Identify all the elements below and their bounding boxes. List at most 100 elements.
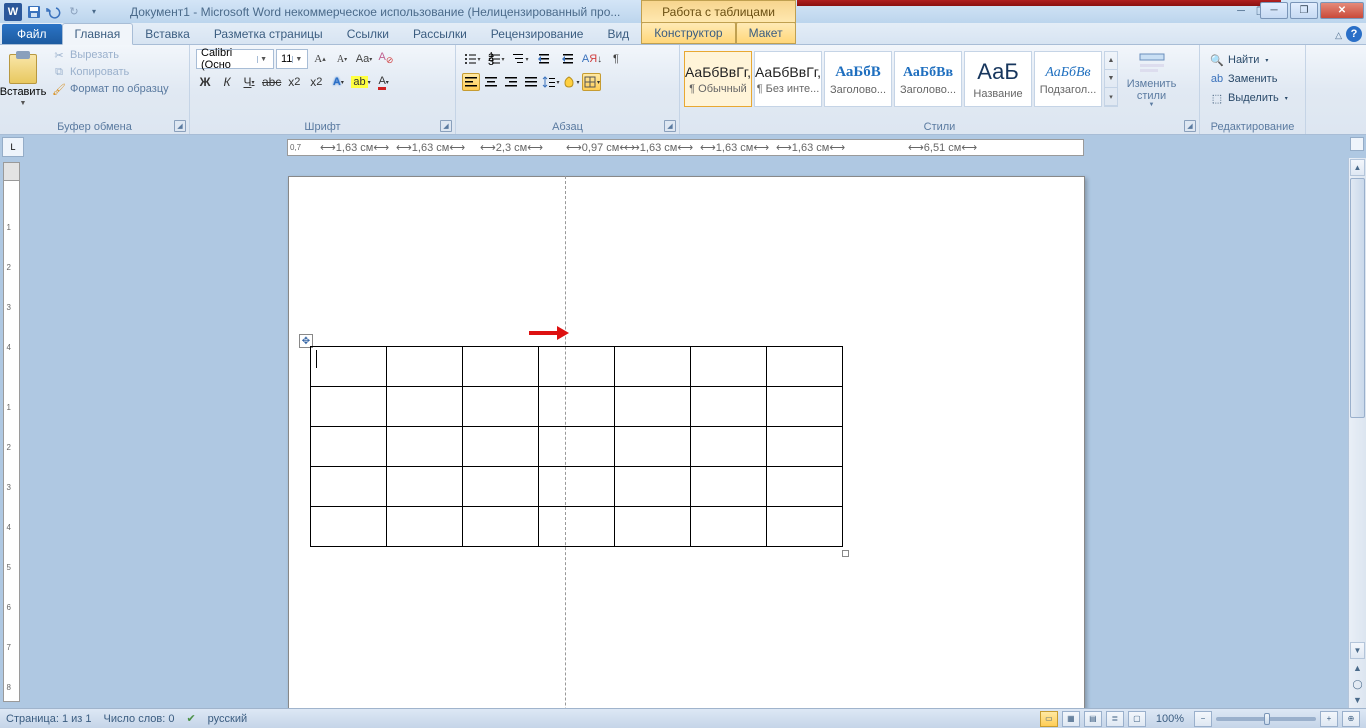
- paragraph-launcher[interactable]: ◢: [664, 120, 676, 132]
- line-spacing-button[interactable]: ▾: [542, 73, 560, 91]
- find-button[interactable]: 🔍Найти▾: [1206, 51, 1299, 69]
- font-size-combo[interactable]: 11▼: [276, 49, 308, 69]
- undo-icon[interactable]: [46, 4, 62, 20]
- doc-minimize-icon[interactable]: ─: [1232, 4, 1250, 18]
- font-name-combo[interactable]: Calibri (Осно▼: [196, 49, 274, 69]
- decrease-indent-button[interactable]: [534, 49, 554, 69]
- replace-button[interactable]: abЗаменить: [1206, 70, 1299, 88]
- view-full-screen[interactable]: ▦: [1062, 711, 1080, 727]
- horizontal-ruler[interactable]: 0,7 ⟷ 1,63 см ⟷ ⟷ 1,63 см ⟷ ⟷ 2,3 см ⟷ ⟷…: [287, 139, 1084, 156]
- italic-button[interactable]: К: [218, 73, 236, 91]
- table-row[interactable]: [311, 347, 843, 387]
- increase-indent-button[interactable]: [558, 49, 578, 69]
- shrink-font-button[interactable]: A▾: [332, 49, 352, 69]
- qat-dropdown-icon[interactable]: ▾: [86, 4, 102, 20]
- close-button[interactable]: ✕: [1320, 2, 1364, 19]
- select-button[interactable]: ⬚Выделить▾: [1206, 89, 1299, 107]
- borders-button[interactable]: ▾: [582, 73, 601, 91]
- document-area[interactable]: ✥: [22, 158, 1366, 708]
- tab-home[interactable]: Главная: [62, 23, 134, 45]
- zoom-level[interactable]: 100%: [1156, 713, 1184, 725]
- style-heading2[interactable]: АаБбВвЗаголово...: [894, 51, 962, 107]
- format-painter-button[interactable]: 🖌Формат по образцу: [48, 81, 173, 97]
- tab-mailings[interactable]: Рассылки: [401, 24, 479, 44]
- save-icon[interactable]: [26, 4, 42, 20]
- view-print-layout[interactable]: ▭: [1040, 711, 1058, 727]
- style-heading1[interactable]: АаБбВЗаголово...: [824, 51, 892, 107]
- scroll-up-button[interactable]: ▲: [1350, 159, 1365, 176]
- styles-launcher[interactable]: ◢: [1184, 120, 1196, 132]
- change-styles-button[interactable]: Изменить стили▼: [1124, 47, 1179, 111]
- tab-selector[interactable]: L: [2, 137, 24, 157]
- table-resize-handle[interactable]: [842, 550, 849, 557]
- cut-button[interactable]: ✂Вырезать: [48, 47, 173, 63]
- align-right-button[interactable]: [502, 73, 520, 91]
- zoom-fit-button[interactable]: ⊕: [1342, 711, 1360, 727]
- minimize-ribbon-icon[interactable]: △: [1335, 30, 1342, 41]
- vertical-scrollbar[interactable]: ▲ ▼ ▲ ◯ ▼: [1348, 158, 1366, 708]
- subscript-button[interactable]: x2: [285, 73, 303, 91]
- clear-formatting-button[interactable]: A⊘: [376, 49, 396, 69]
- style-no-spacing[interactable]: АаБбВвГг,¶ Без инте...: [754, 51, 822, 107]
- zoom-slider[interactable]: [1216, 717, 1316, 721]
- redo-icon[interactable]: ↻: [66, 4, 82, 20]
- status-language[interactable]: русский: [208, 713, 247, 725]
- table-row[interactable]: [311, 387, 843, 427]
- browse-object-button[interactable]: ◯: [1350, 677, 1365, 691]
- numbering-button[interactable]: 123▾: [486, 49, 506, 69]
- copy-button[interactable]: ⧉Копировать: [48, 64, 173, 80]
- justify-button[interactable]: [522, 73, 540, 91]
- minimize-button[interactable]: ─: [1260, 2, 1288, 19]
- underline-button[interactable]: Ч▾: [240, 73, 258, 91]
- table-row[interactable]: [311, 427, 843, 467]
- styles-gallery-more[interactable]: ▲▼▾: [1104, 51, 1118, 107]
- prev-page-button[interactable]: ▲: [1350, 661, 1365, 675]
- scroll-down-button[interactable]: ▼: [1350, 642, 1365, 659]
- table-row[interactable]: [311, 467, 843, 507]
- maximize-button[interactable]: ❐: [1290, 2, 1318, 19]
- view-draft[interactable]: ▢: [1128, 711, 1146, 727]
- shading-button[interactable]: ▾: [562, 73, 580, 91]
- paste-button[interactable]: Вставить ▼: [2, 47, 44, 113]
- tab-table-design[interactable]: Конструктор: [641, 22, 735, 44]
- clipboard-launcher[interactable]: ◢: [174, 120, 186, 132]
- show-marks-button[interactable]: ¶: [606, 49, 626, 69]
- proofing-icon[interactable]: ✔: [186, 712, 195, 725]
- tab-review[interactable]: Рецензирование: [479, 24, 596, 44]
- view-web-layout[interactable]: ▤: [1084, 711, 1102, 727]
- tab-references[interactable]: Ссылки: [335, 24, 401, 44]
- view-outline[interactable]: ≣: [1106, 711, 1124, 727]
- style-normal[interactable]: АаБбВвГг,¶ Обычный: [684, 51, 752, 107]
- document-table[interactable]: [310, 346, 843, 547]
- font-color-button[interactable]: A▾: [375, 73, 393, 91]
- multilevel-list-button[interactable]: ▾: [510, 49, 530, 69]
- zoom-in-button[interactable]: +: [1320, 711, 1338, 727]
- bullets-button[interactable]: ▾: [462, 49, 482, 69]
- strikethrough-button[interactable]: abc: [262, 73, 281, 91]
- next-page-button[interactable]: ▼: [1350, 693, 1365, 707]
- vertical-ruler[interactable]: 1 2 3 4 1 2 3 4 5 6 7 8: [0, 158, 22, 708]
- status-page[interactable]: Страница: 1 из 1: [6, 713, 92, 725]
- font-launcher[interactable]: ◢: [440, 120, 452, 132]
- tab-insert[interactable]: Вставка: [133, 24, 202, 44]
- zoom-out-button[interactable]: −: [1194, 711, 1212, 727]
- help-icon[interactable]: ?: [1346, 26, 1362, 42]
- style-title[interactable]: АаБНазвание: [964, 51, 1032, 107]
- change-case-button[interactable]: Aa▾: [354, 49, 374, 69]
- tab-page-layout[interactable]: Разметка страницы: [202, 24, 335, 44]
- tab-file[interactable]: Файл: [2, 24, 62, 44]
- status-word-count[interactable]: Число слов: 0: [104, 713, 175, 725]
- align-center-button[interactable]: [482, 73, 500, 91]
- superscript-button[interactable]: x2: [307, 73, 325, 91]
- tab-table-layout[interactable]: Макет: [736, 22, 796, 44]
- ruler-toggle-button[interactable]: [1350, 137, 1364, 151]
- zoom-slider-thumb[interactable]: [1264, 713, 1270, 725]
- scroll-thumb[interactable]: [1350, 178, 1365, 418]
- grow-font-button[interactable]: A▴: [310, 49, 330, 69]
- style-subtitle[interactable]: АаБбВвПодзагол...: [1034, 51, 1102, 107]
- highlight-button[interactable]: ab▾: [351, 73, 370, 91]
- text-effects-button[interactable]: A▾: [329, 73, 347, 91]
- align-left-button[interactable]: [462, 73, 480, 91]
- tab-view[interactable]: Вид: [595, 24, 641, 44]
- bold-button[interactable]: Ж: [196, 73, 214, 91]
